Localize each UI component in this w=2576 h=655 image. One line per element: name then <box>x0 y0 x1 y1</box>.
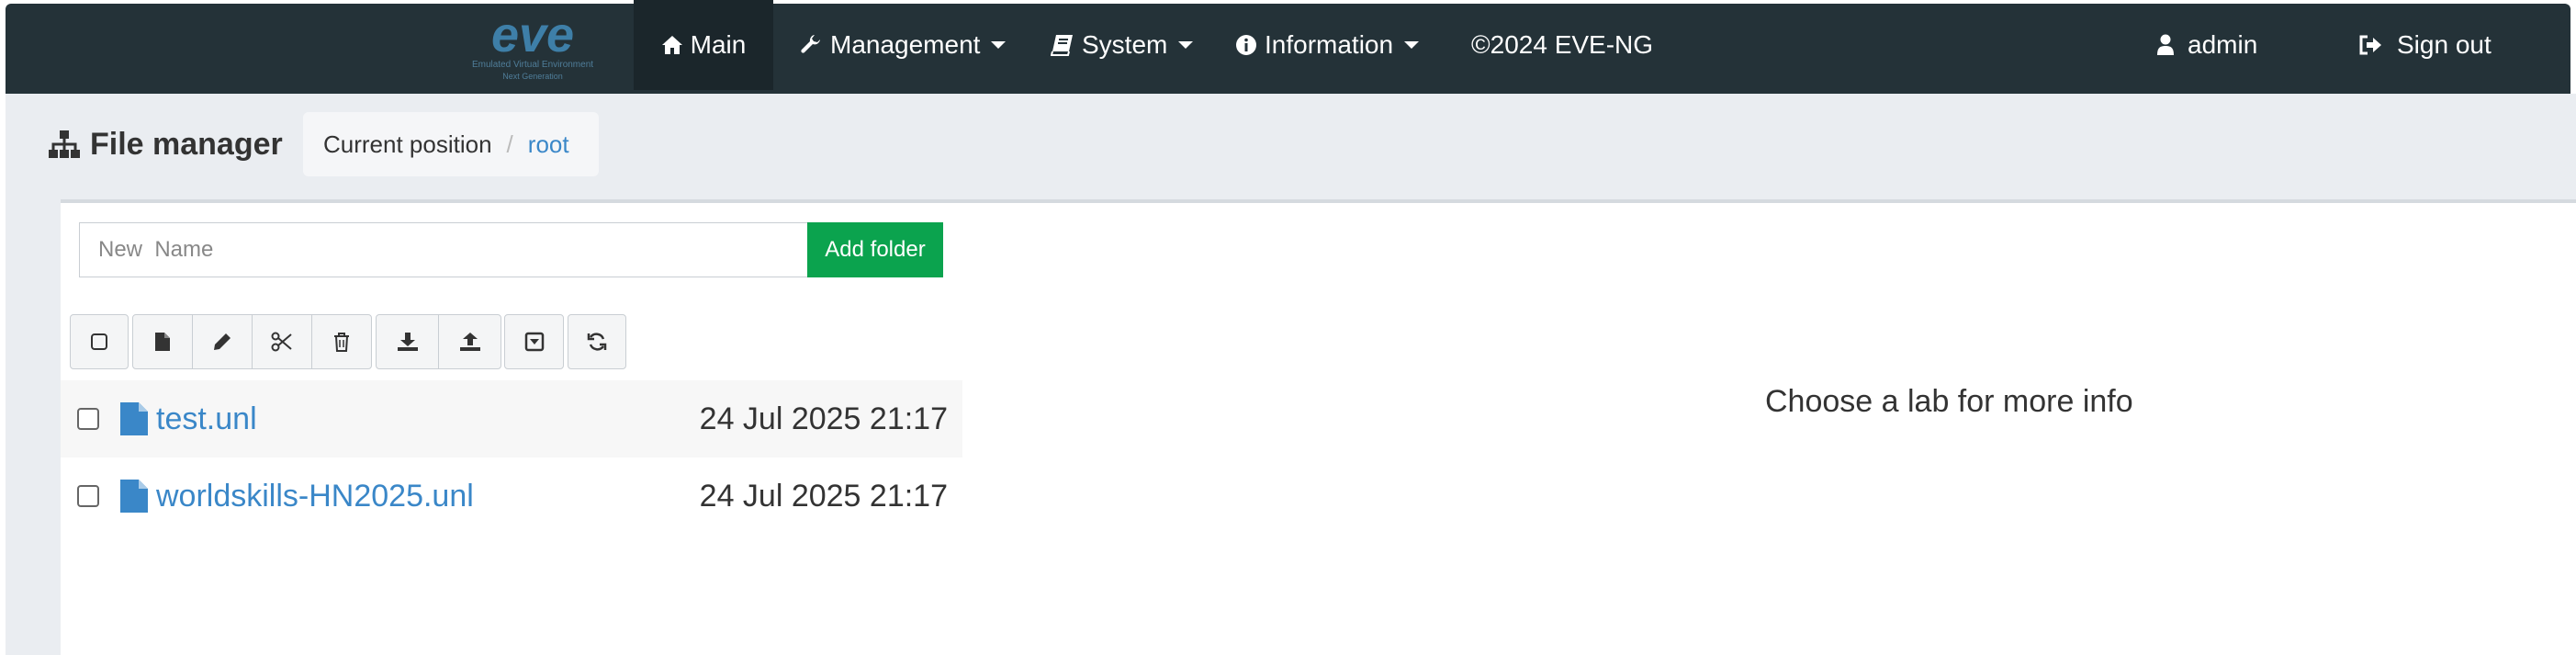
svg-text:Emulated Virtual Environment: Emulated Virtual Environment <box>472 60 593 70</box>
nav-system[interactable]: System <box>1051 0 1194 90</box>
cut-button[interactable] <box>252 314 312 369</box>
user-icon <box>2156 34 2175 56</box>
breadcrumb: Current position / root <box>303 112 599 176</box>
import-button[interactable] <box>504 314 564 369</box>
checkbox-icon <box>91 333 107 350</box>
book-icon <box>1051 34 1074 56</box>
eve-logo[interactable]: eve Emulated Virtual Environment Next Ge… <box>432 9 634 83</box>
new-name-input[interactable] <box>79 222 808 277</box>
scissors-icon <box>271 332 292 352</box>
pencil-icon <box>214 333 231 350</box>
file-icon <box>120 402 148 435</box>
nav-user-label: admin <box>2188 30 2258 59</box>
delete-button[interactable] <box>311 314 372 369</box>
file-name-link[interactable]: test.unl <box>156 401 257 437</box>
file-row[interactable]: worldskills-HN2025.unl 24 Jul 2025 21:17 <box>61 457 962 535</box>
breadcrumb-root-link[interactable]: root <box>528 130 569 159</box>
nav-copyright[interactable]: ©2024 EVE-NG <box>1471 0 1653 90</box>
sitemap-icon <box>48 130 81 159</box>
sign-out-icon <box>2358 35 2382 55</box>
left-gutter <box>6 199 61 655</box>
row-checkbox[interactable] <box>77 408 99 430</box>
lab-info-message: Choose a lab for more info <box>1765 384 2133 419</box>
refresh-icon <box>587 333 607 351</box>
nav-management[interactable]: Management <box>801 0 1007 90</box>
file-name-link[interactable]: worldskills-HN2025.unl <box>156 479 474 514</box>
row-checkbox[interactable] <box>77 485 99 507</box>
new-file-icon <box>155 333 170 351</box>
download-button[interactable] <box>376 314 439 369</box>
dropdown-box-icon <box>524 332 544 352</box>
file-icon <box>120 480 148 513</box>
sign-out-link[interactable]: Sign out <box>2358 0 2492 90</box>
add-folder-button[interactable]: Add folder <box>807 222 943 277</box>
upload-icon <box>459 333 480 351</box>
refresh-button[interactable] <box>568 314 626 369</box>
wrench-icon <box>801 34 823 56</box>
nav-copyright-label: ©2024 EVE-NG <box>1471 30 1654 59</box>
chevron-down-icon <box>1178 41 1194 49</box>
file-row[interactable]: test.unl 24 Jul 2025 21:17 <box>61 380 962 457</box>
chevron-down-icon <box>991 41 1007 49</box>
sign-out-label: Sign out <box>2397 30 2492 59</box>
upload-button[interactable] <box>438 314 501 369</box>
svg-text:Next Generation: Next Generation <box>502 72 563 81</box>
file-date: 24 Jul 2025 21:17 <box>699 401 948 436</box>
nav-information[interactable]: Information <box>1235 0 1420 90</box>
page-title-text: File manager <box>90 126 283 162</box>
select-all-button[interactable] <box>70 314 129 369</box>
chevron-down-icon <box>1404 41 1420 49</box>
svg-text:eve: eve <box>491 9 574 62</box>
nav-system-label: System <box>1082 30 1168 59</box>
page-title: File manager <box>48 121 283 167</box>
trash-icon <box>334 333 349 352</box>
nav-main-label: Main <box>690 30 747 59</box>
breadcrumb-separator: / <box>506 130 513 158</box>
nav-main[interactable]: Main <box>634 0 773 90</box>
nav-user[interactable]: admin <box>2156 0 2257 90</box>
nav-information-label: Information <box>1265 30 1394 59</box>
download-icon <box>397 333 418 351</box>
home-icon <box>661 35 683 55</box>
rename-button[interactable] <box>192 314 253 369</box>
nav-management-label: Management <box>830 30 981 59</box>
new-file-button[interactable] <box>132 314 193 369</box>
breadcrumb-prefix: Current position <box>323 130 492 158</box>
file-date: 24 Jul 2025 21:17 <box>699 478 948 514</box>
info-circle-icon <box>1235 34 1257 56</box>
